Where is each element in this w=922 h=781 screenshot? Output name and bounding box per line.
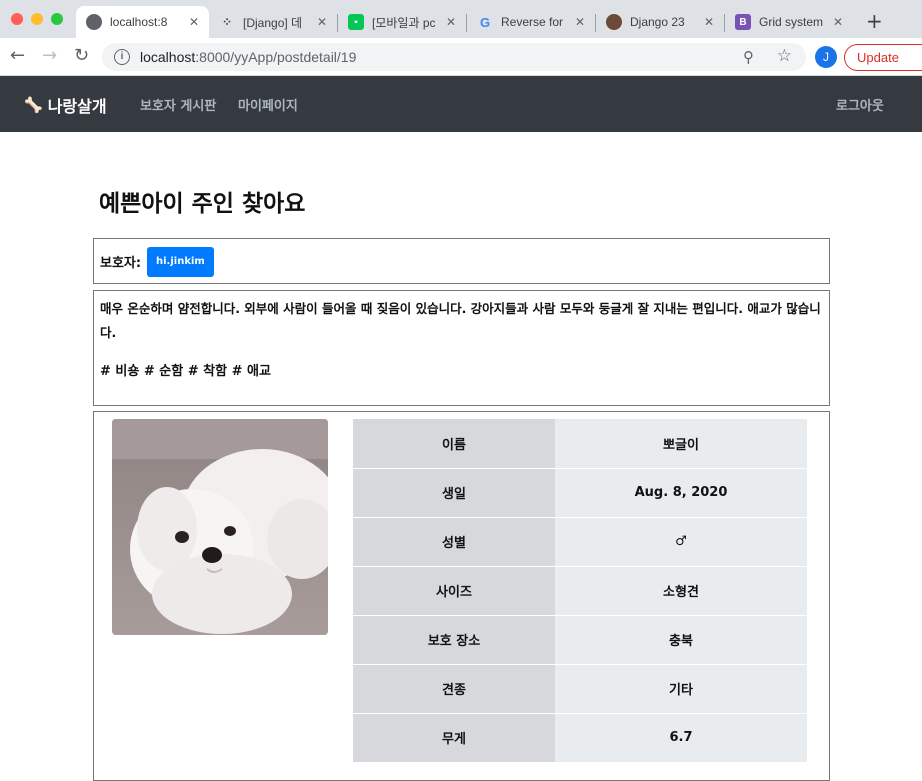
close-icon[interactable]: ✕ (704, 15, 714, 29)
brand-name: 나랑살개 (47, 97, 107, 116)
tab-label: Reverse for (501, 15, 564, 29)
logout-link[interactable]: 로그아웃 (836, 95, 884, 114)
bootstrap-icon: B (735, 14, 751, 30)
gender-label: 성별 (353, 517, 555, 567)
size-value: 소형견 (555, 566, 807, 616)
close-window-button[interactable] (11, 13, 23, 25)
browser-tab-mobile[interactable]: ▪ [모바일과 pc ✕ (338, 6, 466, 38)
detail-section: 이름 뽀글이 생일 Aug. 8, 2020 성별 ♂ 사이즈 소형견 보호 장… (93, 411, 830, 781)
description-section: 매우 온순하며 얌전합니다. 외부에 사람이 들어올 때 짖음이 있습니다. 강… (93, 290, 830, 406)
post-title: 예쁜아이 주인 찾아요 (99, 191, 306, 217)
update-button[interactable]: Update (844, 44, 922, 71)
pet-info-table: 이름 뽀글이 생일 Aug. 8, 2020 성별 ♂ 사이즈 소형견 보호 장… (353, 419, 807, 763)
close-icon[interactable]: ✕ (189, 15, 199, 29)
table-row: 견종 기타 (353, 664, 807, 714)
close-icon[interactable]: ✕ (317, 15, 327, 29)
birthday-value: Aug. 8, 2020 (555, 468, 807, 518)
shelter-location-label: 보호 장소 (353, 615, 555, 665)
owner-name-button[interactable]: hi.jinkim (147, 247, 214, 277)
size-label: 사이즈 (353, 566, 555, 616)
weight-value: 6.7 (555, 713, 807, 763)
back-arrow-icon[interactable]: ← (10, 46, 25, 66)
forward-arrow-icon[interactable]: → (42, 46, 57, 66)
table-row: 보호 장소 충북 (353, 615, 807, 665)
brand-link[interactable]: 🦴 나랑살개 (24, 93, 107, 117)
zoom-icon[interactable]: ⚲ (743, 48, 754, 66)
table-row: 성별 ♂ (353, 517, 807, 567)
bone-icon: 🦴 (24, 96, 43, 114)
tab-label: Grid system (759, 15, 824, 29)
name-label: 이름 (353, 419, 555, 469)
info-icon[interactable]: i (114, 49, 130, 65)
nav-link-guardian-board[interactable]: 보호자 게시판 (140, 95, 216, 114)
breed-value: 기타 (555, 664, 807, 714)
url-text[interactable]: localhost:8000/yyApp/postdetail/19 (140, 49, 356, 65)
tab-label: [모바일과 pc (372, 15, 436, 30)
shelter-location-value: 충북 (555, 615, 807, 665)
browser-tab-localhost[interactable]: localhost:8 ✕ (76, 6, 209, 38)
close-icon[interactable]: ✕ (833, 15, 843, 29)
owner-section: 보호자: hi.jinkim (93, 238, 830, 284)
maximize-window-button[interactable] (51, 13, 63, 25)
bookmark-star-icon[interactable]: ☆ (777, 46, 792, 66)
post-detail-page: 예쁜아이 주인 찾아요 보호자: hi.jinkim 매우 온순하며 얌전합니다… (0, 132, 922, 781)
address-bar[interactable]: i localhost:8000/yyApp/postdetail/19 ⚲ ☆ (102, 43, 806, 71)
close-icon[interactable]: ✕ (575, 15, 585, 29)
browser-tab-grid[interactable]: B Grid system ✕ (725, 6, 853, 38)
tab-label: Django 23 (630, 15, 685, 29)
weight-label: 무게 (353, 713, 555, 763)
avatar-icon (606, 14, 622, 30)
url-path: :8000/yyApp/postdetail/19 (195, 49, 357, 65)
profile-avatar[interactable]: J (815, 46, 837, 68)
url-host: localhost (140, 49, 196, 65)
breed-label: 견종 (353, 664, 555, 714)
close-icon[interactable]: ✕ (446, 15, 456, 29)
table-row: 무게 6.7 (353, 713, 807, 763)
nav-link-mypage[interactable]: 마이페이지 (238, 95, 298, 114)
chat-icon: ▪ (348, 14, 364, 30)
browser-tab-django23[interactable]: Django 23 ✕ (596, 6, 724, 38)
owner-label: 보호자: (100, 256, 142, 271)
dots-icon: ⁘ (221, 15, 233, 29)
browser-toolbar: ← → ↻ i localhost:8000/yyApp/postdetail/… (0, 38, 922, 76)
birthday-label: 생일 (353, 468, 555, 518)
site-navbar: 🦴 나랑살개 보호자 게시판 마이페이지 로그아웃 (0, 76, 922, 132)
post-tags: # 비숑 # 순함 # 착함 # 애교 (100, 364, 271, 379)
minimize-window-button[interactable] (31, 13, 43, 25)
dog-photo (112, 419, 328, 635)
dog-photo-image (112, 419, 328, 635)
tab-label: localhost:8 (110, 15, 168, 29)
google-icon: G (479, 14, 491, 30)
table-row: 생일 Aug. 8, 2020 (353, 468, 807, 518)
browser-tab-django[interactable]: ⁘ [Django] 데 ✕ (209, 6, 337, 38)
reload-icon[interactable]: ↻ (74, 46, 89, 66)
name-value: 뽀글이 (555, 419, 807, 469)
browser-tab-strip: localhost:8 ✕ ⁘ [Django] 데 ✕ ▪ [모바일과 pc … (0, 0, 922, 38)
new-tab-button[interactable]: + (866, 11, 883, 31)
browser-tab-reverse[interactable]: G Reverse for ✕ (467, 6, 595, 38)
table-row: 이름 뽀글이 (353, 419, 807, 469)
globe-icon (86, 14, 102, 30)
post-description: 매우 온순하며 얌전합니다. 외부에 사람이 들어올 때 짖음이 있습니다. 강… (100, 301, 821, 340)
gender-value: ♂ (555, 517, 807, 567)
table-row: 사이즈 소형견 (353, 566, 807, 616)
tab-label: [Django] 데 (243, 15, 303, 30)
